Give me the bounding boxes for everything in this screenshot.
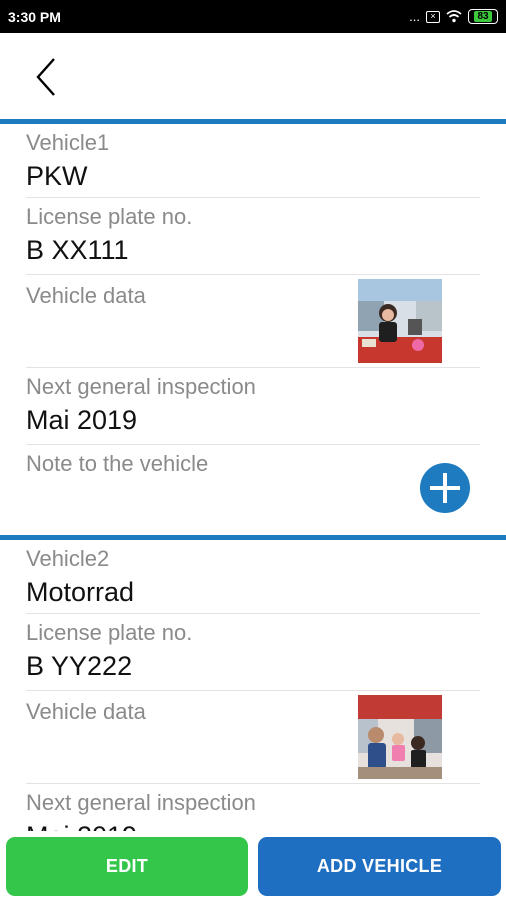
vehicle-note-field: Note to the vehicle <box>26 445 480 535</box>
add-vehicle-button[interactable]: ADD VEHICLE <box>258 837 501 896</box>
vehicle-card[interactable]: Vehicle2 Motorrad License plate no. B YY… <box>0 540 506 831</box>
license-plate-label: License plate no. <box>26 620 193 645</box>
battery-level: 83 <box>474 11 492 22</box>
vehicle-data-field: Vehicle data <box>26 275 480 368</box>
inspection-label: Next general inspection <box>26 374 256 399</box>
add-note-button[interactable] <box>420 463 470 513</box>
vehicle-name-field: Vehicle2 Motorrad <box>26 540 480 614</box>
vehicle-list[interactable]: Vehicle1 PKW License plate no. B XX111 V… <box>0 119 506 831</box>
top-bar <box>0 33 506 119</box>
license-plate-label: License plate no. <box>26 204 193 229</box>
wifi-icon <box>446 10 462 23</box>
status-time: 3:30 PM <box>8 8 61 25</box>
license-plate-field: License plate no. B YY222 <box>26 614 480 691</box>
vehicle-photo[interactable] <box>358 279 442 363</box>
vehicle-name-label: Vehicle2 <box>26 546 110 571</box>
vehicle-name-field: Vehicle1 PKW <box>26 124 480 198</box>
vehicle-card[interactable]: Vehicle1 PKW License plate no. B XX111 V… <box>0 124 506 535</box>
inspection-value: Mai 2019 <box>26 818 480 831</box>
status-icons: ... × 83 <box>409 9 498 24</box>
edit-button[interactable]: EDIT <box>6 837 248 896</box>
status-bar: 3:30 PM ... × 83 <box>0 0 506 33</box>
notification-icon: × <box>426 10 440 23</box>
inspection-field: Next general inspection Mai 2019 <box>26 368 480 445</box>
license-plate-value: B XX111 <box>26 235 129 265</box>
chevron-left-icon <box>36 58 55 96</box>
vehicle-note-label: Note to the vehicle <box>26 451 209 476</box>
inspection-value: Mai 2019 <box>26 405 138 435</box>
license-plate-value: B YY222 <box>26 651 133 681</box>
inspection-label: Next general inspection <box>26 790 256 815</box>
vehicle-name-label: Vehicle1 <box>26 130 110 155</box>
vehicle-name-value: PKW <box>26 161 88 191</box>
vehicle-data-field: Vehicle data <box>26 691 480 784</box>
back-button[interactable] <box>28 55 68 99</box>
battery-icon: 83 <box>468 9 498 24</box>
bottom-action-bar: EDIT ADD VEHICLE <box>0 831 506 900</box>
inspection-field: Next general inspection Mai 2019 <box>26 784 480 831</box>
signal-dots: ... <box>409 9 420 24</box>
vehicle-photo[interactable] <box>358 695 442 779</box>
vehicle-name-value: Motorrad <box>26 577 135 607</box>
license-plate-field: License plate no. B XX111 <box>26 198 480 275</box>
